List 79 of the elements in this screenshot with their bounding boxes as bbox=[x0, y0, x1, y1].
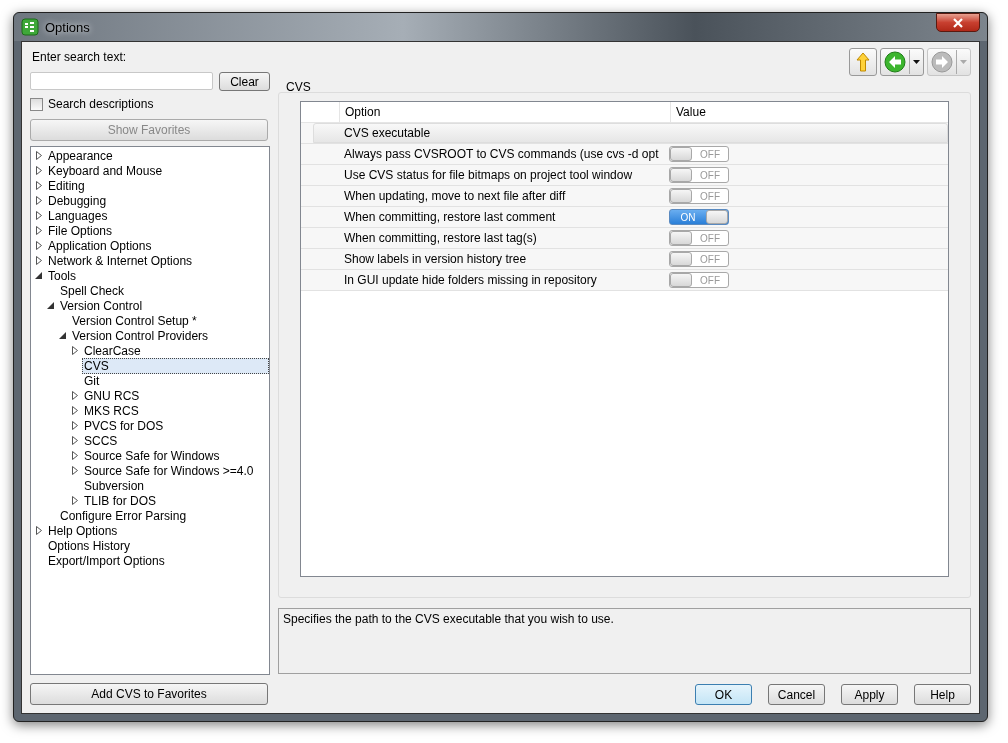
expand-arrow-icon[interactable] bbox=[71, 496, 79, 505]
expand-arrow-icon[interactable] bbox=[71, 406, 79, 415]
tree-item[interactable]: Application Options bbox=[46, 237, 154, 254]
dialog-button[interactable]: Apply bbox=[841, 684, 898, 705]
expand-arrow-icon[interactable] bbox=[35, 241, 43, 250]
tree-item[interactable]: MKS RCS bbox=[82, 402, 141, 419]
add-to-favorites-button[interactable]: Add CVS to Favorites bbox=[30, 683, 268, 705]
tree-item[interactable]: Version Control Setup * bbox=[70, 312, 199, 329]
up-button[interactable] bbox=[849, 48, 877, 76]
option-label: Always pass CVSROOT to CVS commands (use cvs -d opt bbox=[343, 146, 660, 163]
expand-arrow-icon[interactable] bbox=[35, 196, 43, 205]
tree-item[interactable]: Tools bbox=[46, 267, 78, 284]
collapse-arrow-icon[interactable] bbox=[35, 271, 43, 280]
search-field[interactable] bbox=[30, 72, 213, 90]
close-button[interactable] bbox=[936, 13, 980, 32]
tree-item[interactable]: Keyboard and Mouse bbox=[46, 162, 165, 179]
tree-item[interactable]: Export/Import Options bbox=[46, 552, 167, 569]
column-header: Value bbox=[670, 102, 948, 122]
option-label: In GUI update hide folders missing in repository bbox=[343, 272, 598, 289]
tree-item[interactable]: CVS bbox=[82, 357, 269, 374]
tree-item[interactable]: Languages bbox=[46, 207, 110, 224]
expand-arrow-icon[interactable] bbox=[35, 526, 43, 535]
description-text: Specifies the path to the CVS executable that you wish to use. bbox=[283, 612, 614, 626]
dialog-button[interactable]: OK bbox=[695, 684, 752, 705]
tree-item[interactable]: Help Options bbox=[46, 522, 120, 539]
tree-item[interactable]: SCCS bbox=[82, 432, 120, 449]
tree-item[interactable]: Version Control bbox=[58, 297, 145, 314]
window-title: Options bbox=[45, 19, 90, 35]
tree-item[interactable]: Git bbox=[82, 372, 102, 389]
tree-item[interactable]: Editing bbox=[46, 177, 87, 194]
collapse-arrow-icon[interactable] bbox=[59, 331, 67, 340]
expand-arrow-icon[interactable] bbox=[71, 451, 79, 460]
tree-item[interactable]: Subversion bbox=[82, 477, 147, 494]
tree-item[interactable]: Options History bbox=[46, 537, 133, 554]
app-logo-icon bbox=[21, 18, 39, 36]
tree-item[interactable]: Debugging bbox=[46, 192, 109, 209]
clear-button[interactable]: Clear bbox=[219, 72, 270, 91]
collapse-arrow-icon[interactable] bbox=[47, 301, 55, 310]
expand-arrow-icon[interactable] bbox=[35, 151, 43, 160]
expand-arrow-icon[interactable] bbox=[71, 346, 79, 355]
tree-item[interactable]: Appearance bbox=[46, 147, 115, 164]
tree-item[interactable]: Source Safe for Windows bbox=[82, 447, 222, 464]
expand-arrow-icon[interactable] bbox=[71, 421, 79, 430]
tree-item[interactable]: File Options bbox=[46, 222, 115, 239]
tree-item[interactable]: Version Control Providers bbox=[70, 327, 211, 344]
option-label: When updating, move to next file after diff bbox=[343, 188, 567, 205]
option-label: Show labels in version history tree bbox=[343, 251, 528, 268]
tree-item[interactable]: TLIB for DOS bbox=[82, 492, 159, 509]
expand-arrow-icon[interactable] bbox=[71, 466, 79, 475]
option-label: When committing, restore last comment bbox=[343, 209, 557, 226]
expand-arrow-icon[interactable] bbox=[35, 226, 43, 235]
column-header: Option bbox=[339, 102, 670, 122]
tree-item[interactable]: Spell Check bbox=[58, 282, 127, 299]
option-label: When committing, restore last tag(s) bbox=[343, 230, 538, 247]
expand-arrow-icon[interactable] bbox=[35, 256, 43, 265]
search-descriptions-checkbox[interactable] bbox=[30, 97, 43, 111]
back-button[interactable] bbox=[880, 48, 924, 76]
expand-arrow-icon[interactable] bbox=[71, 391, 79, 400]
category-row[interactable]: CVS executable bbox=[313, 123, 948, 143]
dropdown-caret-icon bbox=[960, 60, 967, 64]
tree-item[interactable]: PVCS for DOS bbox=[82, 417, 166, 434]
search-label: Enter search text: bbox=[31, 49, 128, 66]
expand-arrow-icon[interactable] bbox=[71, 436, 79, 445]
tree-item[interactable]: ClearCase bbox=[82, 342, 143, 359]
checkbox-label: Search descriptions bbox=[48, 97, 154, 111]
expand-arrow-icon[interactable] bbox=[35, 211, 43, 220]
tree-item[interactable]: Source Safe for Windows >=4.0 bbox=[82, 462, 256, 479]
expand-arrow-icon[interactable] bbox=[35, 181, 43, 190]
up-arrow-icon bbox=[856, 52, 870, 72]
tree-item[interactable]: Network & Internet Options bbox=[46, 252, 195, 269]
tree-item[interactable]: GNU RCS bbox=[82, 387, 142, 404]
dialog-button[interactable]: Cancel bbox=[768, 684, 825, 705]
dropdown-caret-icon bbox=[913, 60, 920, 64]
close-icon bbox=[952, 17, 964, 28]
group-title: CVS bbox=[285, 80, 312, 92]
expand-arrow-icon[interactable] bbox=[35, 166, 43, 175]
option-label: Use CVS status for file bitmaps on project tool window bbox=[343, 167, 634, 184]
dialog-button[interactable]: Help bbox=[914, 684, 971, 705]
tree-item[interactable]: Configure Error Parsing bbox=[58, 507, 189, 524]
